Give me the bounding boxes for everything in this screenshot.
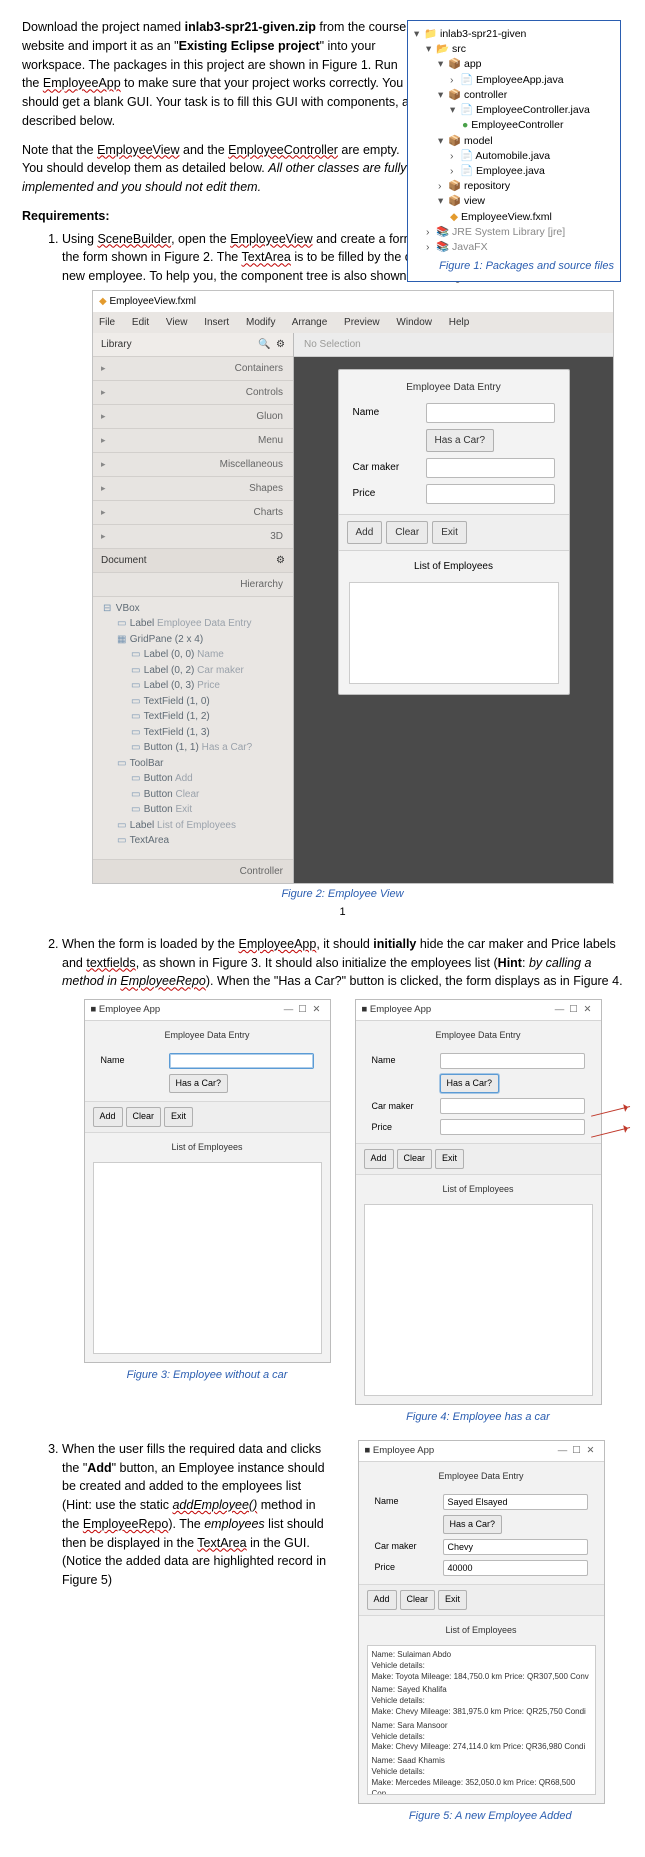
price-input[interactable]: [440, 1119, 585, 1135]
name-input[interactable]: Sayed Elsayed: [443, 1494, 588, 1510]
employees-textarea[interactable]: [93, 1162, 322, 1354]
library-label: Library: [101, 337, 132, 352]
add-button[interactable]: Add: [347, 521, 383, 544]
intro-p1: Download the project named inlab3-spr21-…: [22, 18, 417, 131]
carmaker-input[interactable]: Chevy: [443, 1539, 588, 1555]
close-icon[interactable]: ✕: [310, 1003, 324, 1017]
form-preview: Employee Data Entry Name Has a Car? Car …: [338, 369, 570, 695]
scenebuilder-window: ◆ EmployeeView.fxml File Edit View Inser…: [92, 290, 614, 884]
employees-textarea[interactable]: [364, 1204, 593, 1396]
figure5-app: ■ Employee App —☐✕ Employee Data Entry N…: [358, 1440, 605, 1804]
name-input[interactable]: [169, 1053, 314, 1069]
name-input[interactable]: [426, 403, 555, 423]
figure4-caption: Figure 4: Employee has a car: [355, 1409, 602, 1426]
menu-arrange[interactable]: Arrange: [292, 317, 328, 328]
acc-charts[interactable]: Charts: [254, 505, 283, 520]
figure5-caption: Figure 5: A new Employee Added: [358, 1808, 624, 1825]
req-3: When the user fills the required data an…: [62, 1440, 623, 1825]
clear-button[interactable]: Clear: [397, 1149, 433, 1169]
figure4-app: ■ Employee App —☐✕ Employee Data Entry N…: [355, 999, 602, 1405]
add-button[interactable]: Add: [93, 1107, 123, 1127]
menu-help[interactable]: Help: [449, 317, 470, 328]
window-title: EmployeeView.fxml: [109, 296, 196, 307]
acc-misc[interactable]: Miscellaneous: [220, 457, 283, 472]
no-selection: No Selection: [294, 333, 613, 357]
figure1-caption: Figure 1: Packages and source files: [414, 259, 614, 275]
menu-window[interactable]: Window: [396, 317, 432, 328]
label-price: Price: [353, 486, 418, 501]
figure2-caption: Figure 2: Employee View: [62, 886, 623, 903]
exit-button[interactable]: Exit: [432, 521, 467, 544]
clear-button[interactable]: Clear: [126, 1107, 162, 1127]
hierarchy-head: Hierarchy: [240, 577, 283, 592]
gear-icon[interactable]: ⚙: [276, 553, 285, 568]
req-2: When the form is loaded by the EmployeeA…: [62, 935, 623, 1426]
figure3-caption: Figure 3: Employee without a car: [84, 1367, 331, 1384]
component-hierarchy: ⊟ VBox ▭ Label Employee Data Entry ▦ Gri…: [93, 597, 293, 859]
menu-preview[interactable]: Preview: [344, 317, 380, 328]
exit-button[interactable]: Exit: [438, 1590, 467, 1610]
acc-shapes[interactable]: Shapes: [249, 481, 283, 496]
form-title: Employee Data Entry: [339, 370, 569, 403]
menu-modify[interactable]: Modify: [246, 317, 275, 328]
has-car-button[interactable]: Has a Car?: [440, 1074, 500, 1094]
exit-button[interactable]: Exit: [435, 1149, 464, 1169]
menu-edit[interactable]: Edit: [132, 317, 149, 328]
price-input[interactable]: [426, 484, 555, 504]
employeeapp-link: EmployeeApp: [43, 76, 121, 90]
add-button[interactable]: Add: [364, 1149, 394, 1169]
acc-gluon[interactable]: Gluon: [256, 409, 283, 424]
minimize-icon[interactable]: —: [282, 1003, 296, 1017]
figure3-app: ■ Employee App —☐✕ Employee Data Entry N…: [84, 999, 331, 1363]
clear-button[interactable]: Clear: [400, 1590, 436, 1610]
employees-textarea[interactable]: [349, 582, 559, 684]
exit-button[interactable]: Exit: [164, 1107, 193, 1127]
controller-head: Controller: [240, 864, 283, 879]
label-carmaker: Car maker: [353, 460, 418, 475]
has-car-button[interactable]: Has a Car?: [426, 429, 495, 452]
search-icon[interactable]: 🔍 ⚙: [258, 337, 285, 352]
menubar[interactable]: File Edit View Insert Modify Arrange Pre…: [93, 312, 613, 333]
package-tree: ▾📁 inlab3-spr21-given ▾📂 src ▾📦 app ›📄 E…: [407, 20, 621, 282]
clear-button[interactable]: Clear: [386, 521, 428, 544]
menu-view[interactable]: View: [166, 317, 188, 328]
has-car-button[interactable]: Has a Car?: [443, 1515, 503, 1535]
maximize-icon[interactable]: ☐: [296, 1003, 310, 1017]
carmaker-input[interactable]: [426, 458, 555, 478]
name-input[interactable]: [440, 1053, 585, 1069]
add-button[interactable]: Add: [367, 1590, 397, 1610]
has-car-button[interactable]: Has a Car?: [169, 1074, 229, 1094]
label-name: Name: [353, 405, 418, 420]
req-1: Using SceneBuilder, open the EmployeeVie…: [62, 230, 623, 921]
price-input[interactable]: 40000: [443, 1560, 588, 1576]
intro-p2: Note that the EmployeeView and the Emplo…: [22, 141, 417, 197]
document-label: Document: [101, 555, 147, 566]
employees-textarea[interactable]: Name: Sulaiman AbdoVehicle details:Make:…: [367, 1645, 596, 1795]
carmaker-input[interactable]: [440, 1098, 585, 1114]
acc-containers[interactable]: Containers: [235, 361, 283, 376]
acc-controls[interactable]: Controls: [246, 385, 283, 400]
acc-menu[interactable]: Menu: [258, 433, 283, 448]
acc-3d[interactable]: 3D: [270, 529, 283, 544]
list-title: List of Employees: [339, 551, 569, 582]
menu-file[interactable]: File: [99, 317, 115, 328]
menu-insert[interactable]: Insert: [204, 317, 229, 328]
page-number: 1: [62, 904, 623, 921]
